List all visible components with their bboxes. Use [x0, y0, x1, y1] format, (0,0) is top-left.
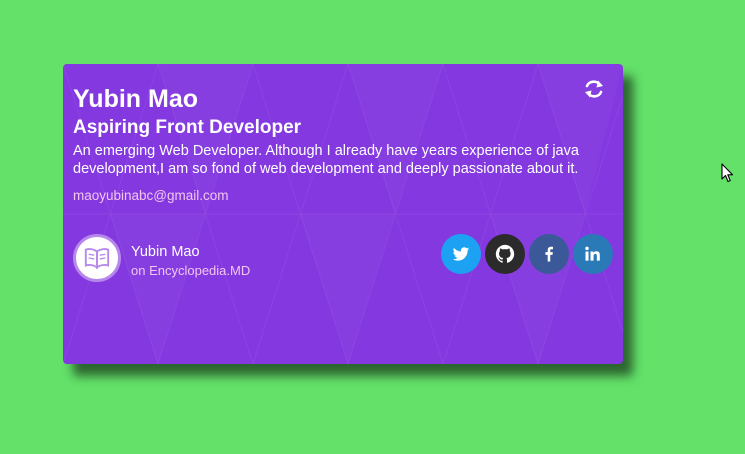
linkedin-button[interactable]	[573, 234, 613, 274]
author-avatar[interactable]	[73, 234, 121, 282]
github-button[interactable]	[485, 234, 525, 274]
profile-card: Yubin Mao Aspiring Front Developer An em…	[63, 64, 623, 364]
flip-refresh-icon[interactable]	[583, 78, 605, 100]
facebook-button[interactable]	[529, 234, 569, 274]
github-icon	[495, 244, 515, 263]
twitter-icon	[452, 247, 470, 261]
linkedin-icon	[585, 246, 600, 261]
profile-title: Aspiring Front Developer	[73, 117, 302, 138]
open-book-icon	[84, 248, 110, 270]
facebook-icon	[545, 246, 553, 262]
profile-name: Yubin Mao	[73, 85, 198, 113]
mouse-cursor-icon	[721, 163, 734, 183]
card-content: Yubin Mao Aspiring Front Developer An em…	[73, 84, 613, 204]
profile-bio: An emerging Web Developer. Although I al…	[73, 143, 579, 177]
twitter-button[interactable]	[441, 234, 481, 274]
profile-email[interactable]: maoyubinabc@gmail.com	[73, 188, 613, 204]
author-name[interactable]: Yubin Mao	[131, 244, 200, 261]
author-source[interactable]: on Encyclopedia.MD	[131, 263, 250, 279]
